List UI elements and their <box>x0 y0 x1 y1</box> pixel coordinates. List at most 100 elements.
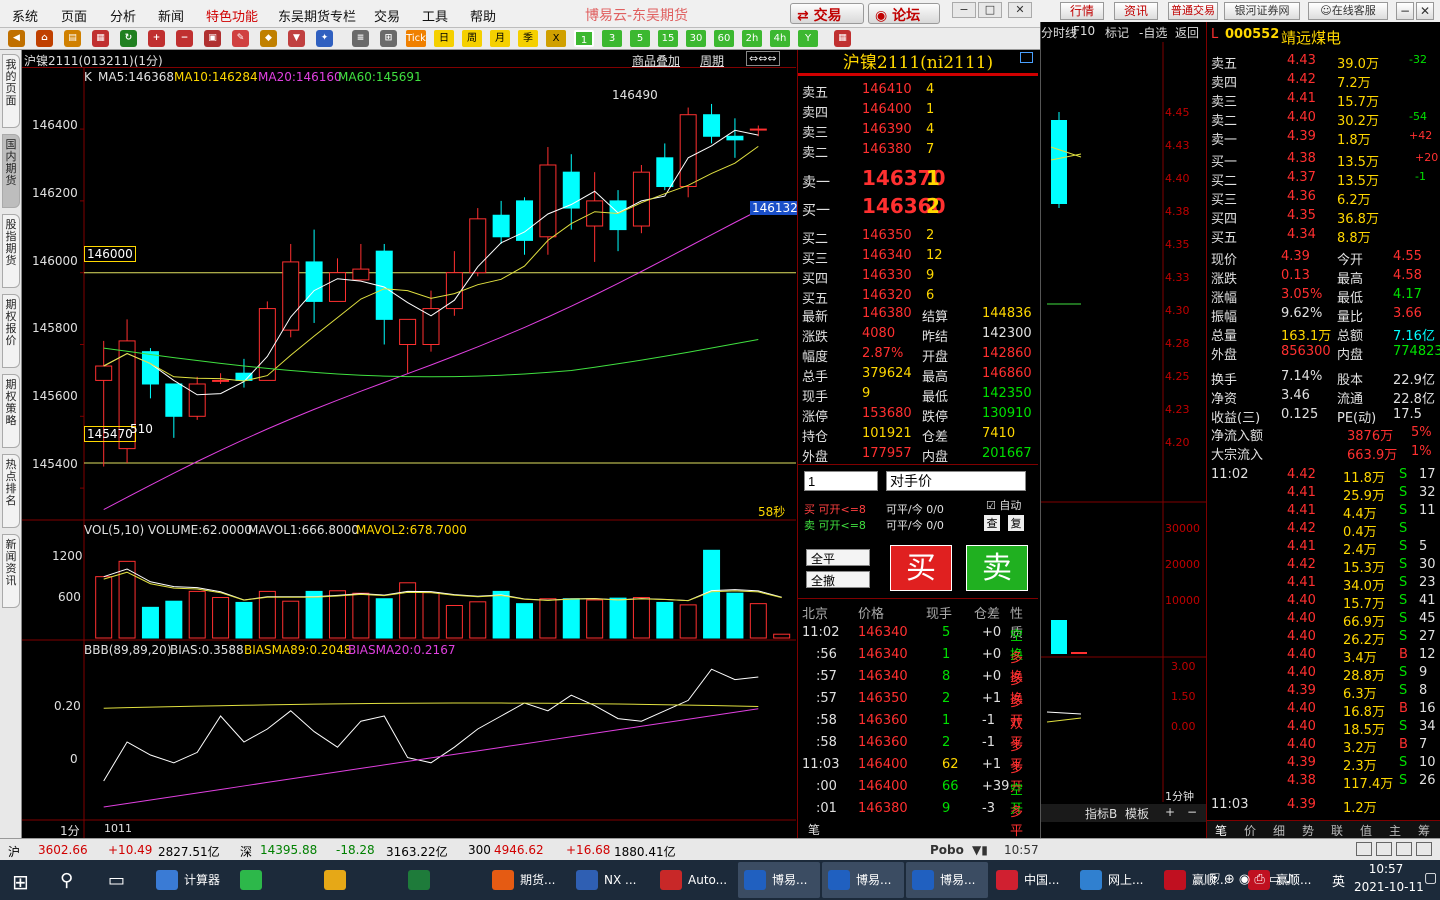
win-min[interactable]: − <box>1396 2 1414 20</box>
bid-row[interactable]: 买三 146340 12 <box>802 246 1034 267</box>
close-all-button[interactable]: 全平 <box>806 549 870 566</box>
period-15[interactable]: 15 <box>658 30 678 47</box>
stock-ask-row[interactable]: 卖二 4.40 30.2万 -54 <box>1211 109 1437 129</box>
menu-trade[interactable]: 交易 <box>374 6 400 25</box>
home-icon[interactable]: ⌂ <box>36 30 53 47</box>
stock-mini-chart[interactable]: 分时线 F10 标记 -自选 返回 4.45 4.43 4.40 4.38 4.35 4.… <box>1040 22 1207 838</box>
window-icon[interactable]: ▣ <box>204 30 221 47</box>
stock-ask-row[interactable]: 卖一 4.39 1.8万 +42 <box>1211 128 1437 148</box>
bell-icon[interactable] <box>1376 842 1392 856</box>
calendar-icon[interactable]: ▦ <box>834 30 851 47</box>
btn-normal-trade[interactable]: 普通交易 <box>1168 2 1218 20</box>
menu-tools[interactable]: 工具 <box>422 6 448 25</box>
search-icon[interactable]: ⚲ <box>60 870 73 891</box>
quote-tab[interactable]: 筹 <box>1418 822 1430 839</box>
zoom-plus-button[interactable]: + <box>1165 805 1175 819</box>
qty-input[interactable] <box>804 471 878 491</box>
grid-icon[interactable] <box>1416 842 1432 856</box>
taskbar-app[interactable]: 网上... <box>1074 862 1156 898</box>
draw-icon[interactable]: ✎ <box>232 30 249 47</box>
tab-news[interactable]: 新闻资讯 <box>2 534 20 608</box>
tray-icons[interactable]: ⛨ ⊕ ◉ ⎙ ▭ ♪ <box>1210 872 1294 887</box>
period-season[interactable]: 季 <box>518 30 538 47</box>
kline-chart[interactable]: 沪镍2111(013211)(1分) 商品叠加 周期 ⇔⇔⇔ K MA5:146… <box>22 50 800 838</box>
bid-row[interactable]: 买四 146330 9 <box>802 266 1034 287</box>
quote-tab[interactable]: 势 <box>1302 822 1314 839</box>
taskbar-app[interactable]: 中国... <box>990 862 1072 898</box>
menu-page[interactable]: 页面 <box>61 6 87 25</box>
menu-help[interactable]: 帮助 <box>470 6 496 25</box>
period-y[interactable]: Y <box>798 30 818 47</box>
stock-bid-row[interactable]: 买三 4.36 6.2万 <box>1211 188 1437 208</box>
menu-news[interactable]: 新闻 <box>158 6 184 25</box>
back-icon[interactable]: ◀ <box>8 30 25 47</box>
zoom-in-icon[interactable]: + <box>148 30 165 47</box>
start-icon[interactable]: ⊞ <box>12 870 29 894</box>
stock-bid-row[interactable]: 买五 4.34 8.8万 <box>1211 226 1437 246</box>
auto-checkbox[interactable]: ☑ 自动 <box>986 497 1021 513</box>
close-button[interactable]: ✕ <box>1008 2 1032 18</box>
quote-tab[interactable]: 细 <box>1273 822 1285 839</box>
period-month[interactable]: 月 <box>490 30 510 47</box>
tab-option-quotes[interactable]: 期权报价 <box>2 294 20 368</box>
btn-info[interactable]: 资讯 <box>1114 2 1158 20</box>
bid-row[interactable]: 买二 146350 2 <box>802 226 1034 247</box>
refresh-icon[interactable]: ↻ <box>120 30 137 47</box>
btn-market[interactable]: 行情 <box>1060 2 1104 20</box>
ask-row[interactable]: 卖五 146410 4 <box>802 80 1034 101</box>
quote-tab[interactable]: 价 <box>1244 822 1256 839</box>
bid-row[interactable]: 买五 146320 6 <box>802 286 1034 307</box>
menu-system[interactable]: 系统 <box>12 6 38 25</box>
tab-index-futures[interactable]: 股指期货 <box>2 214 20 288</box>
minimize-button[interactable]: − <box>952 2 976 18</box>
sell-button[interactable]: 卖 <box>966 545 1028 591</box>
period-link[interactable]: 周期 <box>700 52 724 69</box>
settings-icon[interactable] <box>1396 842 1412 856</box>
taskbar-app[interactable]: NX ... <box>570 862 652 898</box>
stock-ask-row[interactable]: 卖五 4.43 39.0万 -32 <box>1211 52 1437 72</box>
zoom-minus-button[interactable]: − <box>1187 805 1197 819</box>
dock-icon[interactable] <box>1356 842 1372 856</box>
taskbar-app[interactable] <box>234 862 316 898</box>
filter-icon[interactable]: ▼ <box>288 30 305 47</box>
taskbar-app[interactable]: 期货... <box>486 862 568 898</box>
tab-domestic-futures[interactable]: 国内期货 <box>2 134 20 208</box>
tab-option-strategy[interactable]: 期权策略 <box>2 374 20 448</box>
stock-bid-row[interactable]: 买四 4.35 36.8万 <box>1211 207 1437 227</box>
taskbar-app[interactable]: 博易... <box>822 862 904 898</box>
taskbar-app[interactable]: 计算器 <box>150 862 232 898</box>
period-3[interactable]: 3 <box>602 30 622 47</box>
grid-icon[interactable]: ⊞ <box>380 30 397 47</box>
period-5[interactable]: 5 <box>630 30 650 47</box>
quote-tab[interactable]: 主 <box>1389 822 1401 839</box>
trade-button[interactable]: ⇄ 交易 <box>790 3 864 24</box>
tab-my-page[interactable]: 我的页面 <box>2 54 20 128</box>
zoom-out-icon[interactable]: − <box>176 30 193 47</box>
btn-yinhe[interactable]: 银河证券网 <box>1224 2 1300 20</box>
mini-tab-favorites[interactable]: -自选 <box>1139 24 1167 41</box>
quote-tab[interactable]: 笔 <box>1215 822 1227 839</box>
tick-tab[interactable]: 笔 <box>808 821 820 838</box>
period-1[interactable]: 1 <box>574 30 594 47</box>
chart-controls[interactable]: ⇔⇔⇔ <box>746 51 780 66</box>
taskbar-app[interactable]: 博易... <box>738 862 820 898</box>
stats-icon[interactable]: ▦ <box>92 30 109 47</box>
price-type-select[interactable] <box>886 471 1026 491</box>
ask-row[interactable]: 卖二 146380 7 <box>802 140 1034 161</box>
period-x[interactable]: X <box>546 30 566 47</box>
db-icon[interactable]: ▤ <box>64 30 81 47</box>
forum-button[interactable]: ◉ 论坛 <box>868 3 940 24</box>
period-60[interactable]: 60 <box>714 30 734 47</box>
period-week[interactable]: 周 <box>462 30 482 47</box>
win-close[interactable]: ✕ <box>1416 2 1434 20</box>
menu-analysis[interactable]: 分析 <box>110 6 136 25</box>
mini-tab-mark[interactable]: 标记 <box>1105 24 1129 41</box>
notification-icon[interactable]: ▢ <box>1424 870 1437 886</box>
new-icon[interactable]: ✦ <box>316 30 333 47</box>
paint-icon[interactable]: ◆ <box>260 30 277 47</box>
period-4h[interactable]: 4h <box>770 30 790 47</box>
mini-tab-f10[interactable]: F10 <box>1073 24 1095 38</box>
stock-bid-row[interactable]: 买二 4.37 13.5万 -1 <box>1211 169 1437 189</box>
stock-ask-row[interactable]: 卖三 4.41 15.7万 <box>1211 90 1437 110</box>
period-30[interactable]: 30 <box>686 30 706 47</box>
